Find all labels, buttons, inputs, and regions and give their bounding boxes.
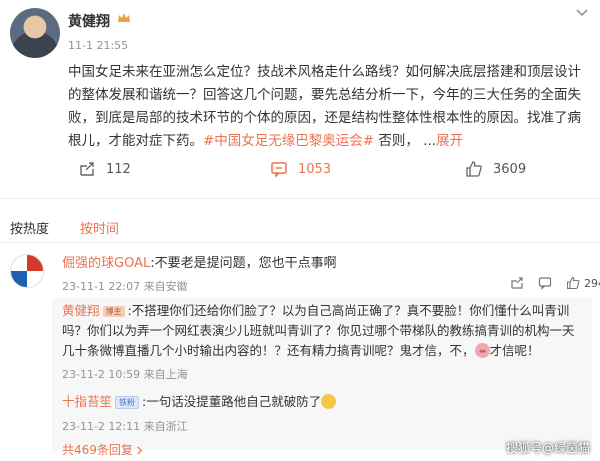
laugh-emoji-icon: [321, 394, 337, 409]
like-button[interactable]: 3609: [465, 160, 526, 178]
comment-like-count: 294: [584, 276, 600, 290]
comment-button[interactable]: 1053: [270, 160, 331, 178]
post-body: 中国女足未来在亚洲怎么定位？技战术风格走什么路线？如何解决底层搭建和顶层设计的整…: [68, 61, 588, 153]
thumbs-up-icon: [466, 161, 482, 177]
post-tail: 否则， ...: [374, 133, 437, 149]
post-actions: 112 1053 3609: [0, 160, 600, 184]
hashtag-link[interactable]: #中国女足无缘巴黎奥运会#: [203, 133, 374, 149]
weibo-post: 黄健翔 11-1 21:55 中国女足未来在亚洲怎么定位？技战术风格走什么路线？…: [0, 0, 600, 198]
comment-line: 倔强的球GOAL:不要老是提问题，您也干点事啊: [62, 252, 337, 271]
more-replies-link[interactable]: 共469条回复: [62, 441, 144, 458]
chevron-down-icon[interactable]: [574, 6, 590, 20]
comment-time: 23-11-1 22:07 来自安徽: [62, 280, 188, 293]
comment-text: :不要老是提问题，您也干点事啊: [150, 256, 337, 271]
reply-icon[interactable]: [538, 276, 552, 290]
watermark: 搜狐号@绿茵猫: [505, 441, 590, 455]
post-time: 11-1 21:55: [68, 39, 129, 52]
reply-tail: 才信呢！: [489, 343, 540, 358]
share-icon[interactable]: [510, 276, 524, 290]
reply-text: :一句话没提董路他自己就破防了: [142, 394, 322, 409]
author-name[interactable]: 黄健翔: [68, 11, 110, 31]
commenter-name[interactable]: 倔强的球GOAL: [62, 256, 150, 271]
comment-count: 1053: [298, 161, 332, 177]
expand-link[interactable]: 展开: [436, 133, 463, 149]
more-replies-label: 共469条回复: [62, 443, 133, 457]
fan-badge: 铁粉: [115, 396, 140, 409]
repost-icon: [80, 162, 94, 176]
reply-author-name[interactable]: 十指苔笙: [62, 394, 112, 409]
reply-time: 23-11-2 10:59 来自上海: [62, 368, 188, 381]
reply-list: 黄健翔 博主:不搭理你们还给你们脸了？以为自己高尚正确了？真不要脸！你们懂什么叫青…: [52, 298, 592, 457]
sort-by-hot-tab[interactable]: 按热度: [10, 218, 49, 237]
reply-item: 黄健翔 博主:不搭理你们还给你们脸了？以为自己高尚正确了？真不要脸！你们懂什么叫青…: [62, 301, 582, 361]
sort-by-time-tab[interactable]: 按时间: [80, 218, 119, 237]
pig-emoji-icon: [474, 343, 490, 358]
reply-author-name[interactable]: 黄健翔: [62, 303, 100, 318]
repost-count: 112: [106, 161, 131, 177]
commenter-avatar[interactable]: [10, 254, 44, 288]
comment-item: 倔强的球GOAL:不要老是提问题，您也干点事啊 23-11-1 22:07 来自…: [0, 248, 600, 461]
divider: [0, 242, 600, 243]
comment-actions: 294: [510, 276, 600, 290]
like-count: 3609: [493, 161, 527, 177]
reply-item: 十指苔笙 铁粉:一句话没提董路他自己就破防了: [62, 392, 582, 412]
chevron-right-icon: [137, 446, 143, 455]
author-badge: 博主: [102, 306, 125, 317]
reply-time: 23-11-2 12:11 来自浙江: [62, 420, 188, 433]
divider: [0, 198, 600, 199]
crown-icon: [118, 13, 130, 22]
comment-icon: [271, 162, 287, 178]
repost-button[interactable]: 112: [78, 160, 131, 178]
thumbs-up-icon[interactable]: [566, 276, 580, 290]
author-avatar[interactable]: [10, 8, 60, 58]
